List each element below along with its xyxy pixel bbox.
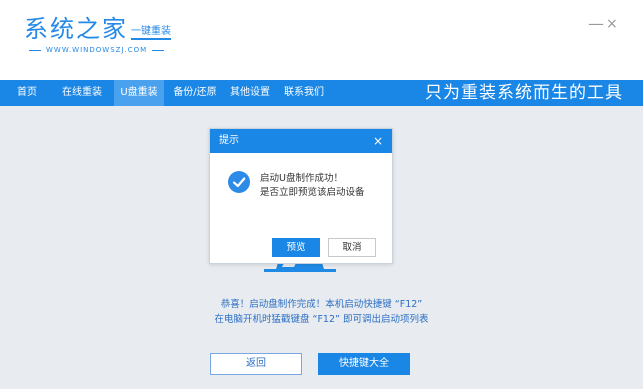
dialog-title: 提示 [219, 135, 239, 146]
logo-title: 系统之家 [24, 15, 128, 43]
check-circle-icon [228, 171, 250, 193]
shortcut-keys-button[interactable]: 快捷键大全 [318, 353, 410, 375]
logo-url-dash-left [29, 49, 41, 51]
cancel-button[interactable]: 取消 [328, 238, 376, 257]
nav-item-online-reinstall[interactable]: 在线重装 [56, 80, 108, 106]
app-logo: 系统之家 一键重装 WWW.WINDOWSZJ.COM [24, 14, 171, 54]
success-message-line1: 恭喜！启动盘制作完成！本机启动快捷键 “F12” [220, 299, 423, 310]
nav-item-usb-reinstall[interactable]: U盘重装 [114, 80, 164, 106]
logo-url-dash-right [152, 49, 165, 51]
app-header: 系统之家 一键重装 WWW.WINDOWSZJ.COM — × [0, 0, 643, 80]
nav-item-other-settings[interactable]: 其他设置 [226, 80, 274, 106]
logo-subtitle: 一键重装 [131, 26, 171, 40]
success-message-line2: 在电脑开机时猛戳键盘 “F12” 即可调出启动项列表 [214, 314, 429, 325]
close-icon[interactable]: × [606, 14, 620, 34]
app-slogan: 只为重装系统而生的工具 [425, 83, 623, 103]
dialog-message-line2: 是否立即预览该启动设备 [260, 187, 365, 198]
nav-item-contact-us[interactable]: 联系我们 [280, 80, 328, 106]
minimize-icon[interactable]: — [588, 14, 604, 34]
dialog-header: 提示 × [210, 129, 392, 153]
preview-button[interactable]: 预览 [272, 238, 320, 257]
back-button[interactable]: 返回 [210, 353, 302, 375]
dialog-close-icon[interactable]: × [373, 129, 383, 153]
logo-url: WWW.WINDOWSZJ.COM [46, 46, 148, 54]
dialog-message-line1: 启动U盘制作成功！ [260, 173, 343, 184]
main-nav: 首页 在线重装 U盘重装 备份/还原 其他设置 联系我们 只为重装系统而生的工具 [0, 80, 643, 106]
prompt-dialog: 提示 × 启动U盘制作成功！ 是否立即预览该启动设备 预览 取消 [209, 128, 393, 264]
nav-item-backup-restore[interactable]: 备份/还原 [168, 80, 222, 106]
nav-item-home[interactable]: 首页 [14, 80, 40, 106]
